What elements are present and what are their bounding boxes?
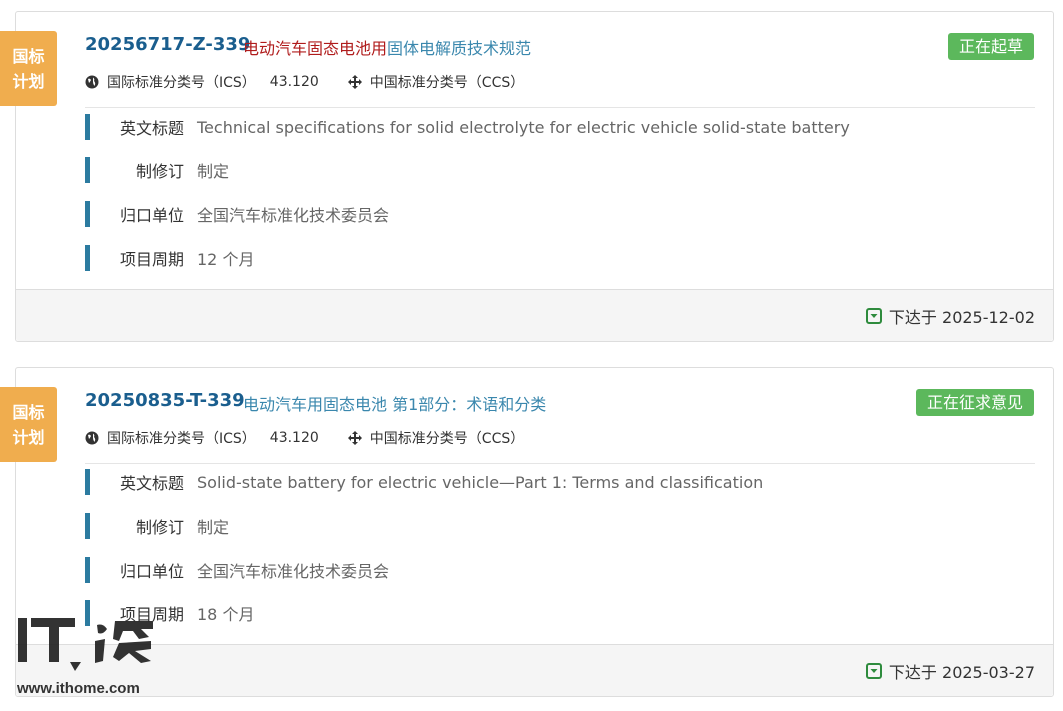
field-bar [85, 513, 90, 539]
field-label: 英文标题 [119, 119, 184, 138]
field-project-period: 项目周期 12 个月 [85, 244, 254, 272]
move-arrows-icon [347, 431, 362, 445]
field-english-title: 英文标题 Solid-state battery for electric ve… [85, 468, 763, 496]
field-value: 全国汽车标准化技术委员会 [197, 206, 390, 225]
status-badge: 正在征求意见 [915, 389, 1034, 416]
plan-ribbon: 国标 计划 [0, 31, 57, 106]
field-value: 12 个月 [197, 250, 255, 269]
issued-date-text: 下达于 2025-12-02 [888, 308, 1035, 327]
field-revision-type: 制修订 制定 [85, 512, 229, 540]
field-revision-type: 制修订 制定 [85, 156, 229, 184]
status-badge: 正在起草 [947, 33, 1034, 60]
field-label: 英文标题 [119, 474, 184, 493]
classification-row: 国际标准分类号（ICS） 43.120 中国标准分类号（CCS） [85, 72, 524, 92]
ics-label: 国际标准分类号（ICS） [107, 431, 256, 447]
field-label: 项目周期 [119, 250, 184, 269]
ribbon-line-1: 国标 [12, 46, 45, 66]
field-bar [85, 157, 90, 183]
ics-value: 43.120 [269, 430, 319, 446]
ics-value: 43.120 [269, 74, 319, 90]
move-arrows-icon [347, 75, 362, 89]
field-bar [85, 114, 90, 140]
card-footer: 下达于 2025-12-02 [16, 289, 1053, 341]
field-responsible-unit: 归口单位 全国汽车标准化技术委员会 [85, 200, 389, 228]
ribbon-line-2: 计划 [12, 71, 45, 91]
issued-date: 下达于 2025-12-02 [865, 304, 1035, 328]
field-value: Technical specifications for solid elect… [197, 117, 850, 137]
issued-date-text: 下达于 2025-03-27 [888, 663, 1035, 682]
standard-title-link[interactable]: 电动汽车固态电池用固体电解质技术规范 [243, 35, 531, 59]
standard-number-link[interactable]: 20250835-T-339 [85, 390, 245, 411]
ccs-label: 中国标准分类号（CCS） [369, 431, 525, 447]
field-responsible-unit: 归口单位 全国汽车标准化技术委员会 [85, 556, 389, 584]
title-text: 固体电解质技术规范 [387, 39, 532, 58]
field-label: 制修订 [135, 162, 184, 181]
field-value: 制定 [197, 518, 230, 537]
watermark-url: www.ithome.com [17, 680, 140, 697]
field-value: 制定 [197, 162, 230, 181]
ccs-group: 中国标准分类号（CCS） [347, 72, 525, 92]
title-highlight: 电动汽车固态电池用 [243, 39, 388, 58]
globe-icon [85, 75, 99, 89]
standard-number-link[interactable]: 20256717-Z-339 [85, 34, 250, 55]
chevron-down-square-icon [865, 308, 882, 324]
field-bar [85, 201, 90, 227]
field-english-title: 英文标题 Technical specifications for solid … [85, 113, 850, 141]
chevron-down-square-icon [865, 663, 882, 679]
issued-date: 下达于 2025-03-27 [865, 659, 1035, 683]
field-bar [85, 245, 90, 271]
plan-ribbon: 国标 计划 [0, 387, 57, 462]
field-value: 全国汽车标准化技术委员会 [197, 562, 390, 581]
ribbon-line-1: 国标 [12, 402, 45, 422]
field-label: 归口单位 [119, 562, 184, 581]
ccs-group: 中国标准分类号（CCS） [347, 428, 525, 448]
divider [85, 463, 1035, 464]
ccs-label: 中国标准分类号（CCS） [369, 75, 525, 91]
card-footer: 下达于 2025-03-27 [16, 644, 1053, 696]
ribbon-line-2: 计划 [12, 427, 45, 447]
standard-card: 国标 计划 20250835-T-339 电动汽车用固态电池 第1部分：术语和分… [0, 367, 1054, 697]
field-value: 18 个月 [197, 605, 255, 624]
field-bar [85, 469, 90, 495]
field-label: 归口单位 [119, 206, 184, 225]
classification-row: 国际标准分类号（ICS） 43.120 中国标准分类号（CCS） [85, 428, 524, 448]
title-text: 电动汽车用固态电池 第1部分：术语和分类 [243, 395, 547, 414]
field-label: 制修订 [135, 518, 184, 537]
standard-title-link[interactable]: 电动汽车用固态电池 第1部分：术语和分类 [243, 391, 546, 415]
ics-label: 国际标准分类号（ICS） [107, 75, 256, 91]
divider [85, 107, 1035, 108]
standard-card: 国标 计划 20256717-Z-339 电动汽车固态电池用固体电解质技术规范 … [0, 11, 1054, 342]
globe-icon [85, 431, 99, 445]
field-bar [85, 557, 90, 583]
field-value: Solid-state battery for electric vehicle… [197, 472, 764, 492]
